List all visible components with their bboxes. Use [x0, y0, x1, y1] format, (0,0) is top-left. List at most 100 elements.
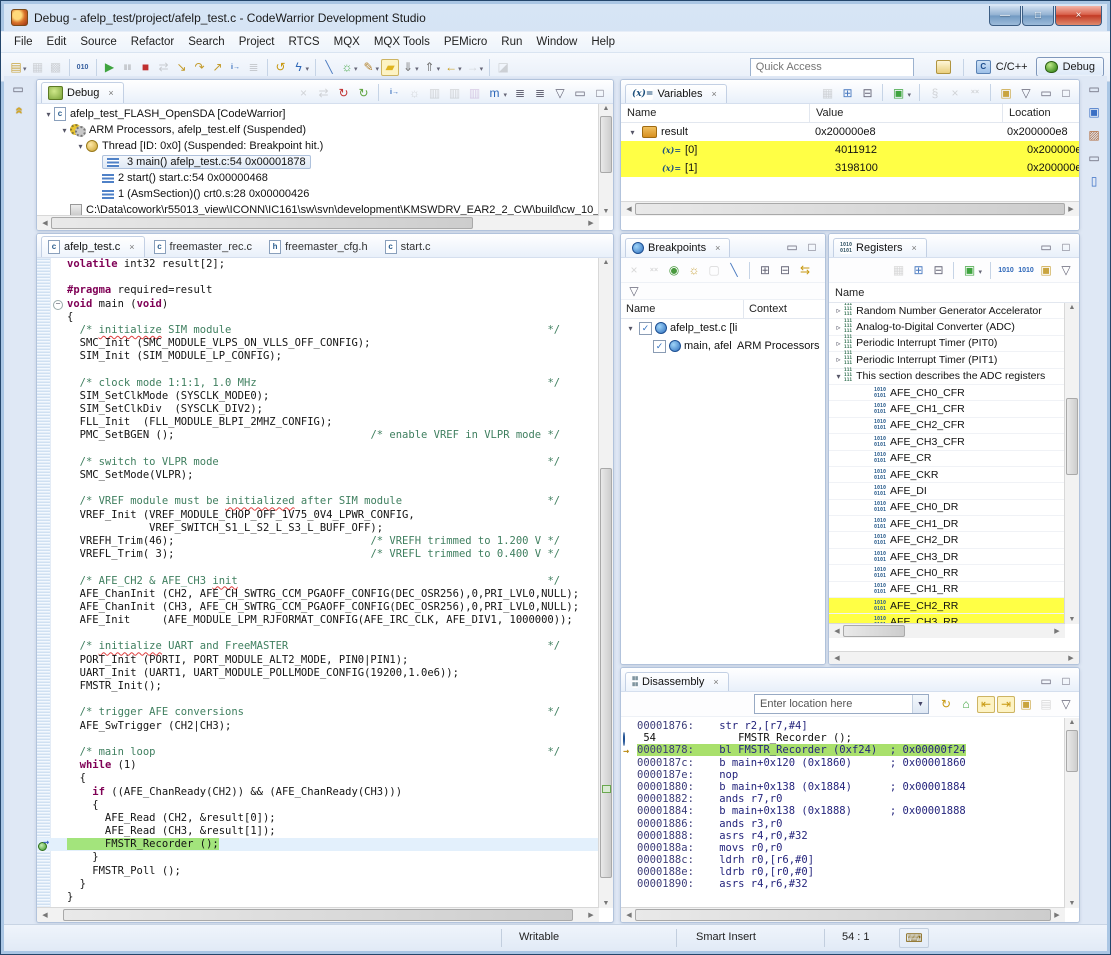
copy-stack-icon[interactable]: ▥	[425, 84, 443, 101]
editor-tab-freemaster-rec-c[interactable]: cfreemaster_rec.c	[147, 236, 261, 257]
view-menu-icon[interactable]: ▽	[551, 84, 569, 101]
code-line[interactable]: SIM_SetClkMode (SYSCLK_MODE0);	[37, 390, 599, 403]
breakpoint-checkbox[interactable]: ✓	[653, 340, 666, 353]
register-row[interactable]: 1010 0101AFE_CH0_DR	[829, 500, 1065, 516]
show-type-names-icon[interactable]: ▦	[818, 84, 836, 101]
close-window-button[interactable]: ×	[1055, 6, 1102, 26]
code-line[interactable]	[37, 443, 599, 456]
skip-breakpoints-icon[interactable]: ╲	[320, 59, 338, 76]
code-line[interactable]	[37, 482, 599, 495]
menu-help[interactable]: Help	[584, 34, 622, 50]
expand-all-icon[interactable]: ⊞	[756, 262, 774, 279]
disassembly-line[interactable]: 00001876: str r2,[r7,#4]	[621, 720, 1065, 732]
new-view-icon[interactable]: ▣	[1037, 262, 1055, 279]
code-line[interactable]: SMC_SetMode(VLPR);	[37, 469, 599, 482]
minimize-window-button[interactable]: —	[989, 6, 1021, 26]
restart-icon[interactable]: ↻	[354, 84, 372, 101]
code-editor[interactable]: volatile int32 result[2];#pragma require…	[37, 258, 599, 908]
breakpoints-column-context[interactable]: Context	[744, 300, 825, 318]
disassembly-line[interactable]: 00001890: asrs r4,r6,#32	[621, 878, 1065, 890]
disassembly-line[interactable]: 0000188a: movs r0,r0	[621, 842, 1065, 854]
perspective-debug-button[interactable]: Debug	[1036, 57, 1104, 77]
disassembly-line[interactable]: 00001882: ands r7,r0	[621, 793, 1065, 805]
disassembly-line[interactable]: →00001878: bl FMSTR_Recorder (0xf24) ; 0…	[621, 744, 1065, 756]
restore-view-2-icon[interactable]: ▭	[1085, 149, 1103, 166]
terminate-and-relaunch-icon[interactable]: ↻	[334, 84, 352, 101]
new-view-icon[interactable]: ▣	[997, 84, 1015, 101]
new-launch-dropdown-icon[interactable]: ▾	[354, 65, 358, 73]
menu-file[interactable]: File	[7, 34, 40, 50]
tab-breakpoints[interactable]: Breakpoints ×	[625, 238, 730, 257]
menu-refactor[interactable]: Refactor	[124, 34, 181, 50]
minimize-icon[interactable]: ▭	[571, 84, 589, 101]
code-line[interactable]: VREF_SWITCH_S1_L_S2_L_S3_L_BUFF_OFF);	[37, 522, 599, 535]
debug-tree-item[interactable]: ▾ARM Processors, afelp_test.elf (Suspend…	[37, 122, 599, 138]
code-line[interactable]: FMSTR_Poll ();	[37, 865, 599, 878]
code-line[interactable]: {	[37, 799, 599, 812]
keyboard-status-icon[interactable]: ⌨	[899, 928, 929, 948]
disassembly-line[interactable]: 00001888: asrs r4,r0,#32	[621, 830, 1065, 842]
close-icon[interactable]: ×	[106, 87, 115, 99]
registers-detail-scrollbar[interactable]: ◀▶	[829, 651, 1079, 664]
layout-one-icon[interactable]: ≣	[511, 84, 529, 101]
code-line[interactable]	[37, 271, 599, 284]
disassembly-line[interactable]: 0000187e: nop	[621, 769, 1065, 781]
instruction-stepping-icon[interactable]: ≣	[245, 59, 263, 76]
close-icon[interactable]: ×	[127, 241, 136, 253]
register-row[interactable]: 1010 0101AFE_CH2_CFR	[829, 418, 1065, 434]
menu-search[interactable]: Search	[181, 34, 231, 50]
menu-run[interactable]: Run	[494, 34, 529, 50]
step-over-icon[interactable]: ↷	[191, 59, 209, 76]
code-line[interactable]: volatile int32 result[2];	[37, 258, 599, 271]
pause-icon[interactable]: ▮▮	[119, 59, 137, 76]
restore-view-icon[interactable]: ▭	[1085, 80, 1103, 97]
editor-tab-freemaster-cfg-h[interactable]: hfreemaster_cfg.h	[262, 236, 376, 257]
menu-mqx[interactable]: MQX	[327, 34, 367, 50]
run-to-line-icon[interactable]: i→	[227, 59, 245, 76]
location-combo[interactable]: Enter location here ▼	[754, 694, 929, 714]
disconnect-icon[interactable]: ⇄	[155, 59, 173, 76]
editor-tab-afelp-test-c[interactable]: cafelp_test.c×	[41, 236, 145, 257]
refresh-icon[interactable]: ▣	[960, 262, 978, 279]
next-annotation-dropdown-icon[interactable]: ▾	[415, 65, 419, 73]
step-return-icon[interactable]: ↗	[209, 59, 227, 76]
close-icon[interactable]: ×	[910, 242, 919, 254]
show-for-selection-icon[interactable]: ◉	[665, 262, 683, 279]
register-row[interactable]: ▾111 111 111This section describes the A…	[829, 369, 1065, 385]
remove-all-icon[interactable]: ××	[645, 262, 663, 279]
pin-view-icon[interactable]: ▤	[1037, 696, 1055, 713]
variables-column-location[interactable]: Location	[1003, 104, 1079, 122]
show-logical-structure-icon[interactable]: ⊞	[838, 84, 856, 101]
code-line[interactable]: AFE_SwTrigger (CH2|CH3);	[37, 720, 599, 733]
register-row[interactable]: 1010 0101AFE_CH3_DR	[829, 549, 1065, 565]
collapse-all-icon[interactable]: ⊟	[929, 262, 947, 279]
code-line[interactable]	[37, 364, 599, 377]
go-to-file-icon[interactable]: ▢	[705, 262, 723, 279]
console-view-icon[interactable]: ▣	[1085, 103, 1103, 120]
minimize-icon[interactable]: ▭	[783, 238, 801, 255]
previous-annotation-dropdown-icon[interactable]: ▾	[437, 65, 441, 73]
debug-tree-item[interactable]: 2 start() start.c:54 0x00000468	[37, 170, 599, 186]
register-row[interactable]: ▹111 111 111Periodic Interrupt Timer (PI…	[829, 352, 1065, 368]
variables-hscrollbar[interactable]: ◀▶	[621, 201, 1079, 216]
refresh-icon[interactable]: ▣	[889, 84, 907, 101]
binary-counter-icon[interactable]: 010	[74, 59, 92, 76]
code-line[interactable]: AFE_ChanInit (CH3, AFE_CH_SWTRG_CCM_PGAO…	[37, 601, 599, 614]
code-line[interactable]: /* trigger AFE conversions */	[37, 706, 599, 719]
back-history-dropdown-icon[interactable]: ▾	[458, 65, 462, 73]
code-line[interactable]: }	[37, 891, 599, 904]
drop-to-frame-icon[interactable]: ▥	[445, 84, 463, 101]
remove-all-icon[interactable]: ××	[966, 84, 984, 101]
new-view-icon[interactable]: ▣	[1017, 696, 1035, 713]
debug-settings-icon[interactable]: ☼	[405, 84, 423, 101]
close-icon[interactable]: ×	[713, 242, 722, 254]
code-line[interactable]: SIM_SetClkDiv (SYSCLK_DIV2);	[37, 403, 599, 416]
registers-name-header[interactable]: Name	[829, 284, 1079, 302]
code-line[interactable]: UART_Init (UART1, UART_MODULE_POLLMODE_C…	[37, 667, 599, 680]
register-row[interactable]: 1010 0101AFE_CH2_DR	[829, 532, 1065, 548]
link-with-debug-icon[interactable]: ⇆	[796, 262, 814, 279]
maximize-window-button[interactable]: □	[1022, 6, 1054, 26]
track-expression-icon[interactable]: ⇥	[997, 696, 1015, 713]
debug-tree-item[interactable]: ▾cafelp_test_FLASH_OpenSDA [CodeWarrior]	[37, 106, 599, 122]
variables-column-value[interactable]: Value	[810, 104, 1003, 122]
